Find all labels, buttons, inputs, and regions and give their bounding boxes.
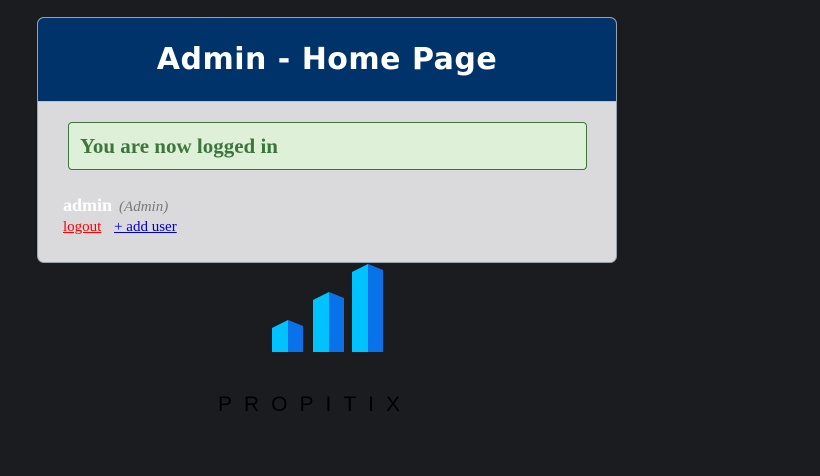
user-links: logout + add user [63,219,177,236]
brand-name: PROPITIX [218,393,413,416]
user-info: admin (Admin) [63,195,168,216]
logout-link[interactable]: logout [63,219,101,235]
card-header: Admin - Home Page [38,18,616,102]
logo-bar-medium-front [313,292,329,352]
admin-card: Admin - Home Page You are now logged in … [37,17,617,263]
alert-message: You are now logged in [80,133,278,158]
logo-bar-small-front [272,320,288,352]
username: admin [63,195,113,215]
logo-bar-tall-side [368,264,383,352]
page-title: Admin - Home Page [156,42,498,77]
login-success-alert: You are now logged in [68,122,587,170]
logo-bar-small-side [288,320,303,352]
logo-bar-medium-side [329,292,344,352]
user-role: (Admin) [119,199,169,215]
logo-bar-tall-front [352,264,368,352]
add-user-link[interactable]: + add user [114,219,177,235]
